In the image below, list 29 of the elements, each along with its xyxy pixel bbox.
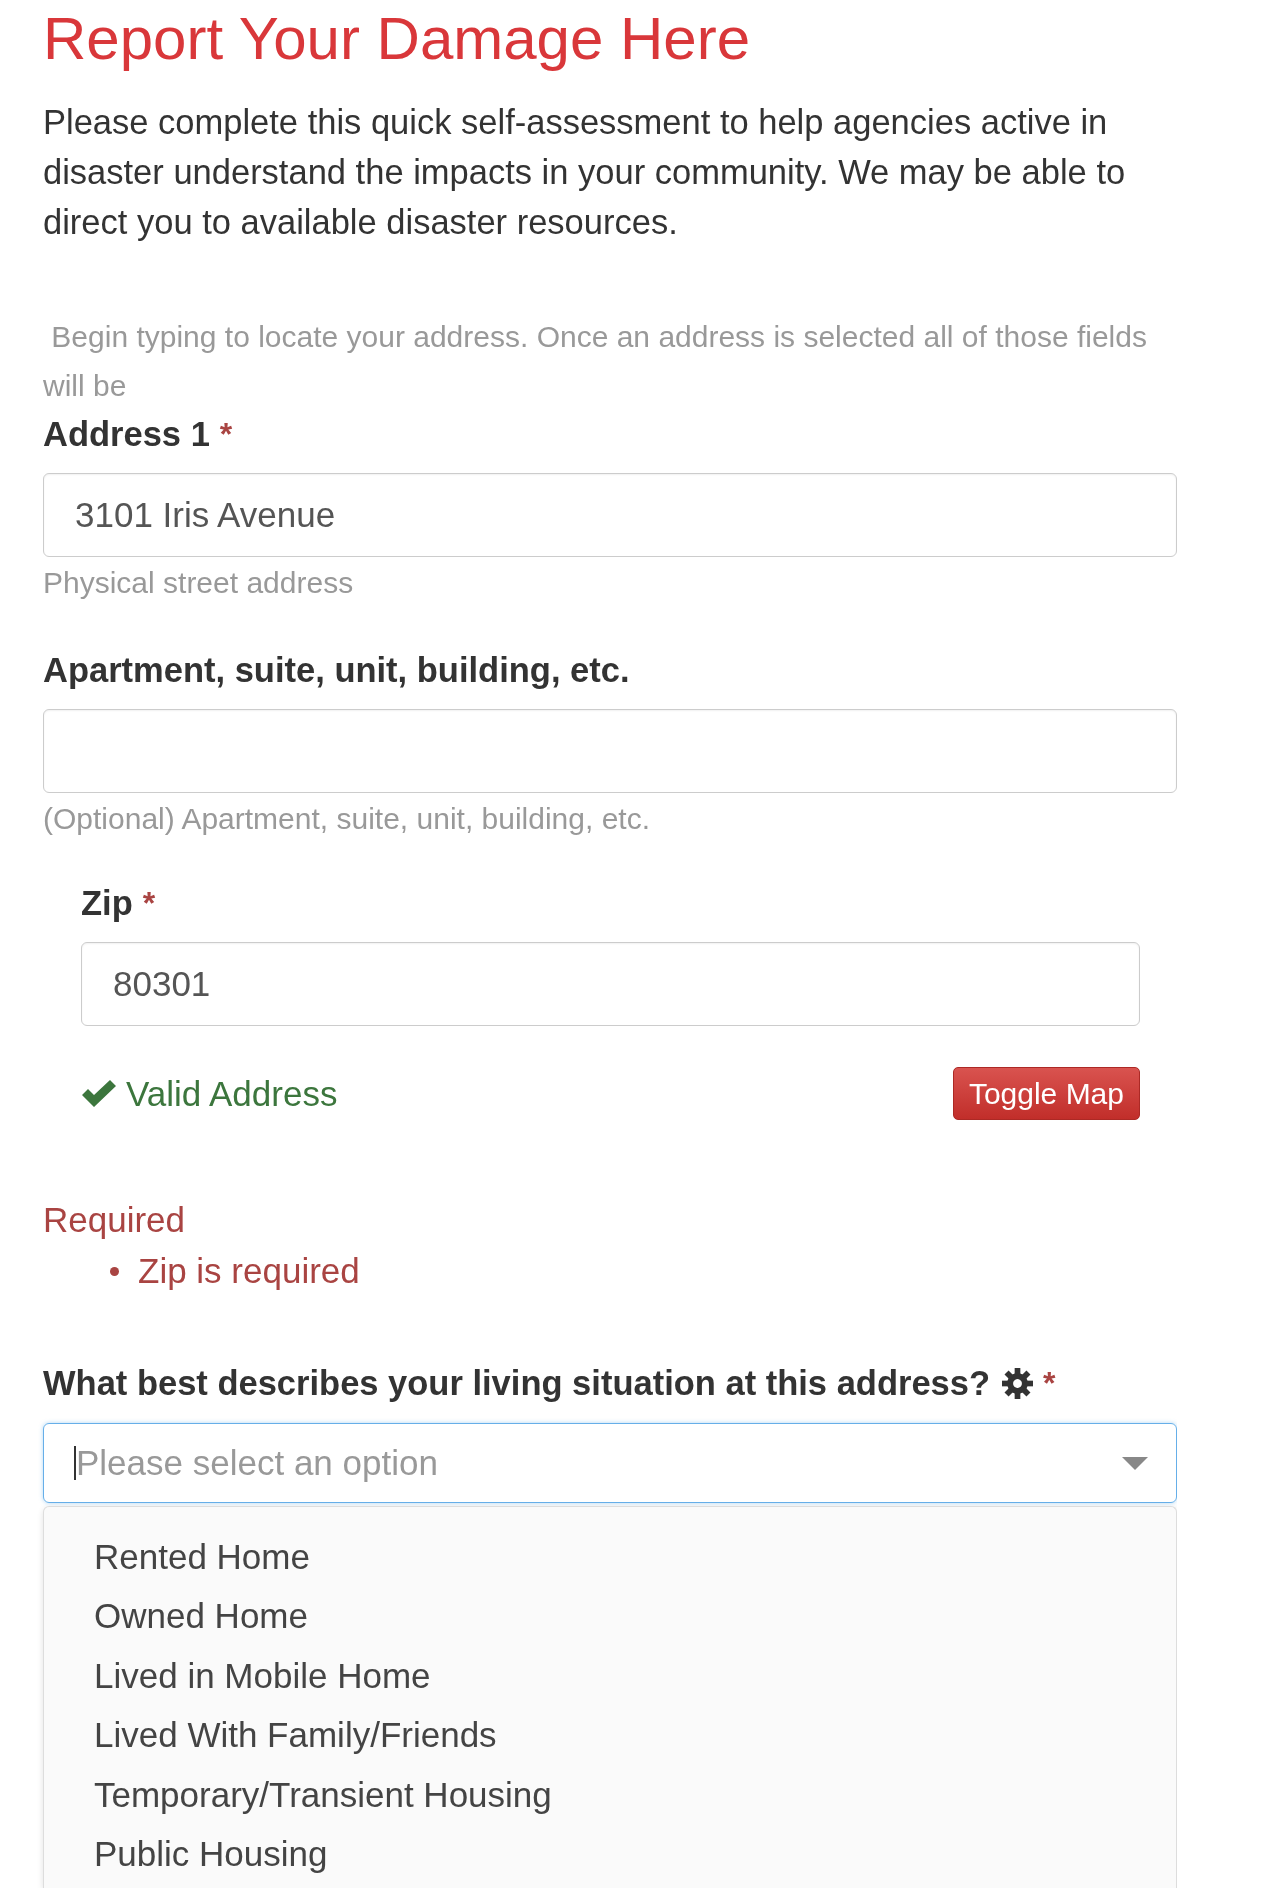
error-message: Zip is required bbox=[138, 1251, 360, 1291]
address-hint-text: Begin typing to locate your address. Once an address is selected all of those fields will be bbox=[43, 319, 1148, 404]
dropdown-option[interactable]: Owned Home bbox=[44, 1586, 1176, 1646]
dropdown-option[interactable]: Rented Home bbox=[44, 1527, 1176, 1587]
dropdown-option[interactable]: Temporary/Transient Housing bbox=[44, 1764, 1176, 1825]
field-label: Zip bbox=[81, 883, 133, 923]
text-input-field[interactable] bbox=[43, 709, 1177, 793]
gear-icon[interactable] bbox=[1002, 1367, 1034, 1399]
zip-input-field[interactable]: 80301 bbox=[81, 942, 1140, 1026]
help-text: Physical street address bbox=[43, 568, 355, 598]
validation-text: Valid Address bbox=[126, 1073, 338, 1114]
required-asterisk: * bbox=[219, 415, 233, 454]
intro-paragraph: Please complete this quick self-assessment to help agencies active in disaster understand the impacts in your community. We may be able to direct you to available disaster resources. bbox=[43, 102, 1127, 243]
error-heading: Required bbox=[43, 1200, 187, 1240]
dropdown-option[interactable]: Public Housing bbox=[44, 1824, 1176, 1884]
text-input-field[interactable]: 3101 Iris Avenue bbox=[43, 473, 1177, 557]
text-cursor-icon bbox=[74, 1446, 76, 1480]
help-text: (Optional) Apartment, suite, unit, building, etc. bbox=[43, 804, 651, 834]
required-asterisk: * bbox=[1043, 1364, 1056, 1403]
toggle-map-button[interactable]: Toggle Map bbox=[952, 1067, 1140, 1120]
bullet-icon bbox=[110, 1266, 119, 1276]
field-label: Apartment, suite, unit, building, etc. bbox=[43, 650, 630, 690]
caret-icon bbox=[1122, 1456, 1148, 1470]
dropdown-option[interactable]: Lived With Family/Friends bbox=[44, 1705, 1176, 1765]
page-title: Report Your Damage Here bbox=[43, 4, 752, 74]
field-label: Address 1 bbox=[43, 414, 210, 454]
dropdown-option[interactable]: Lived in Mobile Home bbox=[44, 1645, 1176, 1706]
required-asterisk: * bbox=[142, 884, 156, 923]
question-label: What best describes your living situation at this address? bbox=[43, 1363, 991, 1403]
